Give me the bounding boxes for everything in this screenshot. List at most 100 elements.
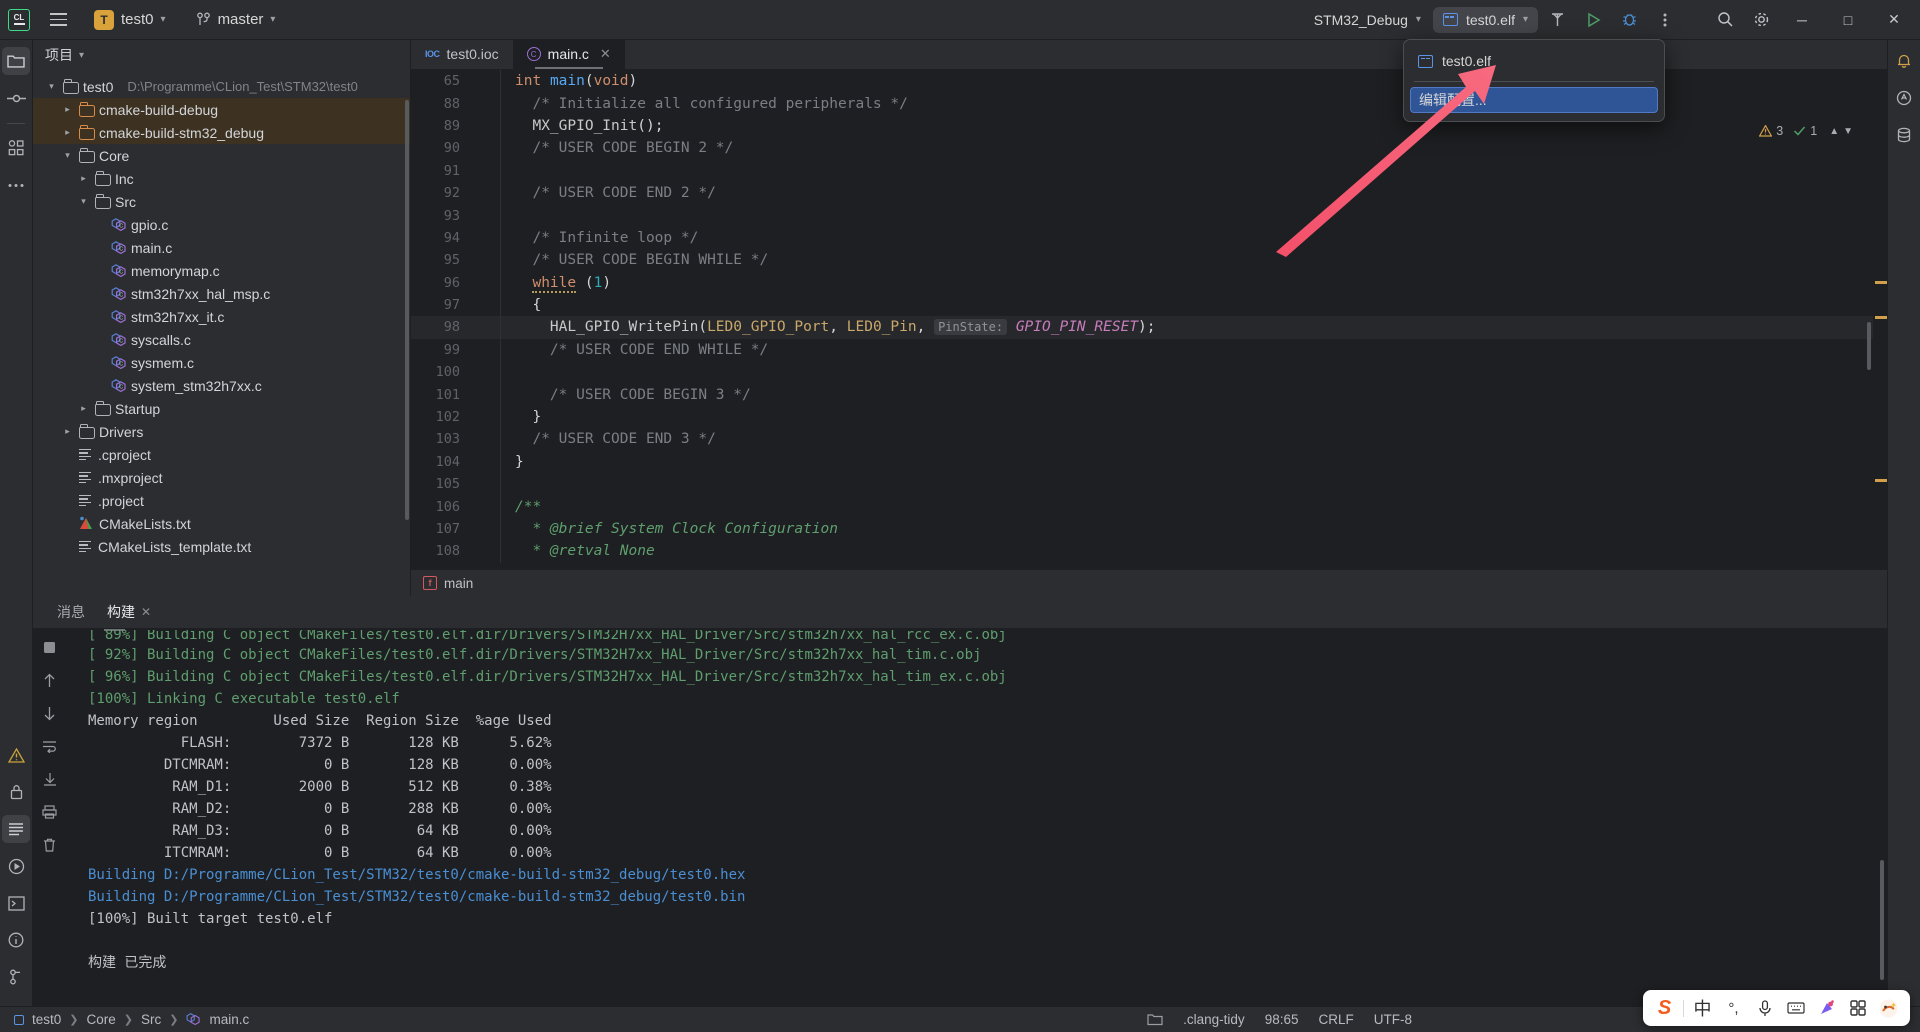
- code-gutter[interactable]: [473, 204, 501, 227]
- hamburger-menu-icon[interactable]: [42, 4, 74, 36]
- sidebar-item-notifications-bell[interactable]: [1890, 47, 1918, 75]
- breadcrumb-item[interactable]: Src: [141, 1012, 161, 1027]
- tree-item[interactable]: Cgpio.c: [33, 213, 410, 236]
- inspection-summary[interactable]: 3 1 ▲ ▼: [1759, 124, 1853, 138]
- line-separator[interactable]: CRLF: [1318, 1012, 1353, 1027]
- code-line[interactable]: 65 int main(void): [411, 70, 1887, 93]
- tree-item[interactable]: ▾ Src: [33, 190, 410, 213]
- code-line[interactable]: 101 /* USER CODE BEGIN 3 */: [411, 383, 1887, 406]
- gear-icon[interactable]: [1744, 5, 1778, 35]
- inspection-mark-warning[interactable]: [1875, 281, 1887, 284]
- chevron-right-icon[interactable]: ▸: [61, 127, 74, 138]
- code-line[interactable]: 96 while (1): [411, 271, 1887, 294]
- git-branch-selector[interactable]: master ▾: [188, 8, 284, 31]
- code-view[interactable]: 65 int main(void) 88 /* Initialize all con…: [411, 70, 1887, 569]
- code-gutter[interactable]: [473, 114, 501, 138]
- apps-grid-icon[interactable]: [1842, 993, 1873, 1023]
- tree-item[interactable]: Csystem_stm32h7xx.c: [33, 374, 410, 397]
- sidebar-item-run[interactable]: [2, 852, 30, 880]
- code-gutter[interactable]: [473, 361, 501, 384]
- sidebar-item-structure[interactable]: [2, 134, 30, 162]
- code-line[interactable]: 106 /**: [411, 495, 1887, 518]
- code-gutter[interactable]: [473, 405, 501, 429]
- code-line[interactable]: 103 /* USER CODE END 3 */: [411, 428, 1887, 451]
- code-line[interactable]: 93: [411, 204, 1887, 227]
- inspection-mark-warning[interactable]: [1875, 316, 1887, 319]
- chevron-down-icon[interactable]: ▼: [1843, 126, 1853, 137]
- tree-item[interactable]: Cmain.c: [33, 236, 410, 259]
- chevron-right-icon[interactable]: ▸: [77, 403, 90, 414]
- soft-wrap-icon[interactable]: [39, 735, 61, 757]
- sidebar-item-version-control[interactable]: [2, 963, 30, 991]
- sidebar-item-database[interactable]: [1890, 121, 1918, 149]
- tree-item[interactable]: ▾ test0 D:\Programme\CLion_Test\STM32\test…: [33, 75, 410, 98]
- file-encoding[interactable]: UTF-8: [1374, 1012, 1412, 1027]
- dropdown-item-run-config[interactable]: test0.elf: [1404, 46, 1664, 76]
- code-line[interactable]: 89 MX_GPIO_Init();: [411, 114, 1887, 138]
- code-gutter[interactable]: [473, 271, 501, 294]
- project-selector[interactable]: T test0 ▾: [86, 7, 174, 33]
- tree-item[interactable]: Cstm32h7xx_it.c: [33, 305, 410, 328]
- close-icon[interactable]: ✕: [141, 605, 151, 619]
- search-icon[interactable]: [1708, 5, 1742, 35]
- sogou-logo-icon[interactable]: S: [1649, 993, 1680, 1023]
- inspection-gutter[interactable]: [1873, 70, 1887, 569]
- tree-item[interactable]: Csyscalls.c: [33, 328, 410, 351]
- tree-item[interactable]: CMakeLists.txt: [33, 512, 410, 535]
- code-line[interactable]: 102 }: [411, 405, 1887, 429]
- run-icon[interactable]: [1576, 5, 1610, 35]
- chevron-down-icon[interactable]: ▾: [45, 81, 58, 92]
- tab-messages[interactable]: 消息: [57, 602, 85, 622]
- code-gutter[interactable]: [473, 159, 501, 182]
- sidebar-item-build[interactable]: [2, 815, 30, 843]
- code-line[interactable]: 100: [411, 361, 1887, 384]
- build-console-scrollbar[interactable]: [1880, 860, 1884, 980]
- build-profile-selector[interactable]: STM32_Debug ▾: [1304, 7, 1431, 33]
- code-line[interactable]: 88 /* Initialize all configured peripher…: [411, 92, 1887, 115]
- project-panel-header[interactable]: 项目 ▾: [33, 40, 410, 70]
- tree-item[interactable]: ▸ Startup: [33, 397, 410, 420]
- tree-item[interactable]: CMakeLists_template.txt: [33, 535, 410, 558]
- sidebar-item-terminal-lock[interactable]: [2, 778, 30, 806]
- code-gutter[interactable]: [473, 473, 501, 496]
- code-line[interactable]: 108 * @retval None: [411, 540, 1887, 563]
- code-line[interactable]: 97 {: [411, 293, 1887, 317]
- tree-item[interactable]: Cstm32h7xx_hal_msp.c: [33, 282, 410, 305]
- print-icon[interactable]: [39, 801, 61, 823]
- breadcrumb-item[interactable]: main.c: [209, 1012, 249, 1027]
- sidebar-item-more[interactable]: [2, 171, 30, 199]
- scroll-to-end-icon[interactable]: [39, 768, 61, 790]
- toolbox-icon[interactable]: [1873, 993, 1904, 1023]
- project-scrollbar[interactable]: [405, 100, 409, 520]
- tree-item[interactable]: ▸ Drivers: [33, 420, 410, 443]
- emoji-icon[interactable]: [1811, 993, 1842, 1023]
- build-console[interactable]: [ 89%] Building C object CMakeFiles/test…: [66, 628, 1887, 1006]
- code-gutter[interactable]: [473, 316, 501, 339]
- code-gutter[interactable]: [473, 137, 501, 160]
- chevron-up-icon[interactable]: ▲: [1829, 126, 1839, 137]
- code-line[interactable]: 92 /* USER CODE END 2 */: [411, 181, 1887, 205]
- code-gutter[interactable]: [473, 517, 501, 541]
- chevron-right-icon[interactable]: ▸: [61, 104, 74, 115]
- code-gutter[interactable]: [473, 70, 501, 93]
- sidebar-item-problems[interactable]: [2, 741, 30, 769]
- inspection-mark-warning[interactable]: [1875, 479, 1887, 482]
- clear-all-icon[interactable]: [39, 834, 61, 856]
- code-gutter[interactable]: [473, 293, 501, 317]
- dropdown-item-edit-configurations[interactable]: 编辑配置...: [1410, 87, 1658, 113]
- sidebar-item-project[interactable]: [2, 47, 30, 75]
- code-gutter[interactable]: [473, 338, 501, 362]
- code-gutter[interactable]: [473, 226, 501, 250]
- stop-icon[interactable]: [39, 636, 61, 658]
- tree-item[interactable]: ▸ cmake-build-debug: [33, 98, 410, 121]
- code-gutter[interactable]: [473, 383, 501, 406]
- sidebar-item-commit[interactable]: [2, 84, 30, 112]
- code-line[interactable]: 91: [411, 159, 1887, 182]
- tree-item[interactable]: Cmemorymap.c: [33, 259, 410, 282]
- code-line[interactable]: 105: [411, 473, 1887, 496]
- code-line[interactable]: 94 /* Infinite loop */: [411, 226, 1887, 250]
- folder-icon[interactable]: [1147, 1013, 1163, 1026]
- minimize-button[interactable]: ─: [1780, 0, 1824, 40]
- tree-item[interactable]: ▸ Inc: [33, 167, 410, 190]
- tab-main-c[interactable]: C main.c ✕: [512, 39, 625, 69]
